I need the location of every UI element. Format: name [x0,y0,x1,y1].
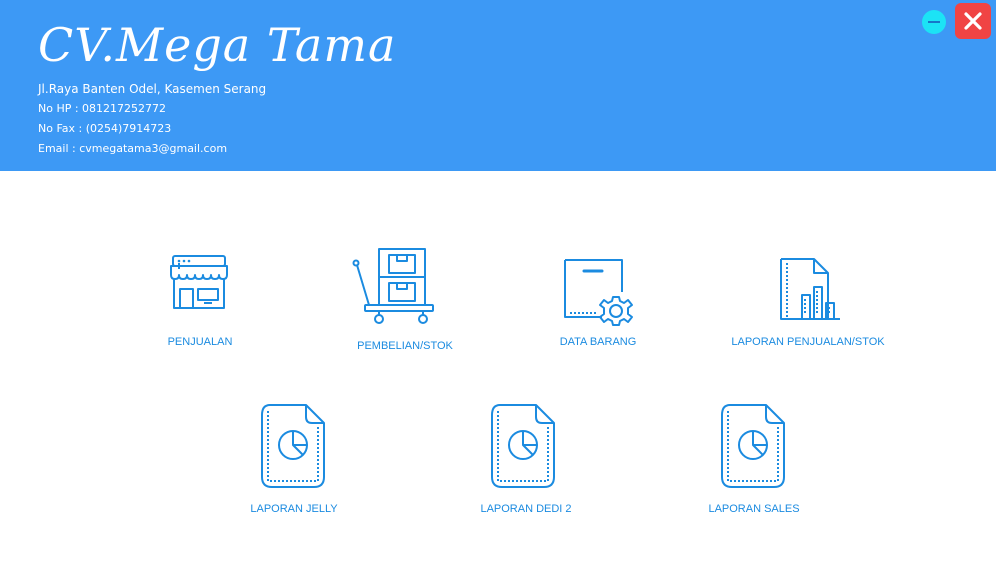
pie-document-icon [491,404,555,488]
company-email: Email : cvmegatama3@gmail.com [38,142,228,155]
laporan-dedi-2-label: LAPORAN DEDI 2 [480,503,572,515]
box-gear-icon [564,259,633,326]
penjualan-label: PENJUALAN [167,336,233,348]
data-barang-label: DATA BARANG [559,336,637,348]
menu-laporan-dedi-2[interactable]: LAPORAN DEDI 2 [474,400,578,520]
report-chart-icon [780,258,840,320]
company-address: Jl.Raya Banten Odel, Kasemen Serang [38,82,267,96]
main-window: CV.Mega Tama Jl.Raya Banten Odel, Kaseme… [0,0,996,570]
company-phone: No HP : 081217252772 [38,102,167,115]
menu-laporan-jelly[interactable]: LAPORAN JELLY [244,400,344,520]
laporan-jelly-label: LAPORAN JELLY [250,503,338,515]
pembelian-stok-label: PEMBELIAN/STOK [357,340,453,352]
company-name: CV.Mega Tama [38,18,397,72]
menu-penjualan[interactable]: PENJUALAN [150,245,250,355]
close-button[interactable] [955,3,991,39]
header-banner: CV.Mega Tama Jl.Raya Banten Odel, Kaseme… [0,0,996,171]
menu-laporan-penjualan-stok[interactable]: LAPORAN PENJUALAN/STOK [728,245,888,355]
company-fax: No Fax : (0254)7914723 [38,122,172,135]
pie-document-icon [721,404,785,488]
store-icon [170,255,228,309]
laporan-sales-label: LAPORAN SALES [708,503,800,515]
menu-laporan-sales[interactable]: LAPORAN SALES [704,400,804,520]
close-icon [964,12,982,30]
menu-data-barang[interactable]: DATA BARANG [548,245,648,355]
menu-pembelian-stok[interactable]: PEMBELIAN/STOK [345,245,465,355]
minimize-button[interactable] [922,10,946,34]
pie-document-icon [261,404,325,488]
laporan-penjualan-stok-label: LAPORAN PENJUALAN/STOK [731,336,885,348]
cart-boxes-icon [352,248,434,324]
